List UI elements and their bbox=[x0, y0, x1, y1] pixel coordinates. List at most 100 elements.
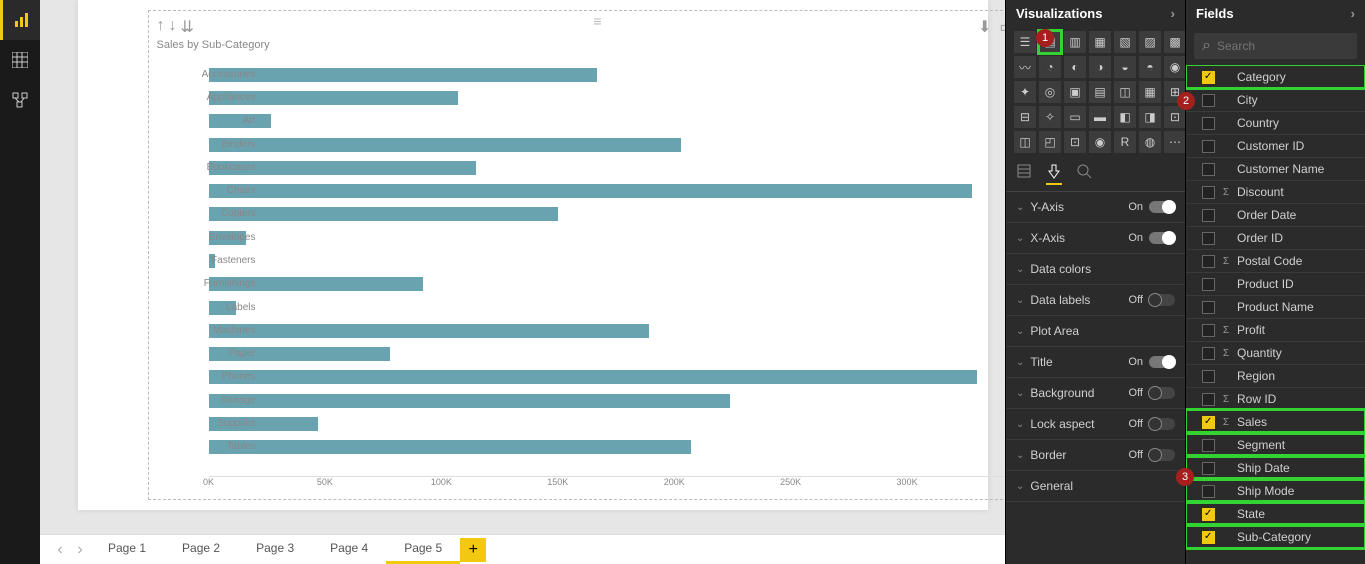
format-property-row[interactable]: ⌄Data labelsOff bbox=[1006, 285, 1185, 316]
chart-visual[interactable]: ↑ ↓ ⇊ ⬇ ▭ ⋯ ≡ Sales by Sub-Category Acce… bbox=[148, 10, 1048, 500]
bar-row[interactable]: Chairs bbox=[209, 184, 1024, 198]
format-property-row[interactable]: ⌄BorderOff bbox=[1006, 440, 1185, 471]
bar[interactable] bbox=[209, 324, 649, 338]
field-item[interactable]: ΣQuantity bbox=[1186, 341, 1365, 364]
field-checkbox[interactable] bbox=[1202, 531, 1215, 544]
viz-type-icon[interactable]: 〰 bbox=[1014, 56, 1036, 78]
field-checkbox[interactable] bbox=[1202, 485, 1215, 498]
viz-type-icon[interactable]: ▧ bbox=[1114, 31, 1136, 53]
field-checkbox[interactable] bbox=[1202, 278, 1215, 291]
field-checkbox[interactable] bbox=[1202, 347, 1215, 360]
field-checkbox[interactable] bbox=[1202, 301, 1215, 314]
bar[interactable] bbox=[209, 184, 973, 198]
bar-row[interactable]: Supplies bbox=[209, 417, 1024, 431]
viz-type-icon[interactable]: ▥ bbox=[1064, 31, 1086, 53]
viz-type-icon[interactable]: ◫ bbox=[1014, 131, 1036, 153]
field-item[interactable]: ΣDiscount bbox=[1186, 180, 1365, 203]
viz-type-icon[interactable]: ▣ bbox=[1064, 81, 1086, 103]
field-checkbox[interactable] bbox=[1202, 255, 1215, 268]
bar-row[interactable]: Phones bbox=[209, 370, 1024, 384]
fields-tab-icon[interactable] bbox=[1016, 163, 1032, 185]
viz-type-icon[interactable]: ▭ bbox=[1064, 106, 1086, 128]
nav-report-icon[interactable] bbox=[0, 0, 40, 40]
field-checkbox[interactable] bbox=[1202, 163, 1215, 176]
field-checkbox[interactable] bbox=[1202, 232, 1215, 245]
field-item[interactable]: Sub-Category bbox=[1186, 525, 1365, 548]
toggle-switch[interactable] bbox=[1149, 232, 1175, 244]
bar[interactable] bbox=[209, 68, 598, 82]
bar-row[interactable]: Labels bbox=[209, 301, 1024, 315]
viz-type-icon[interactable]: ⋯ bbox=[1164, 131, 1186, 153]
field-checkbox[interactable] bbox=[1202, 209, 1215, 222]
viz-type-icon[interactable]: ◔ bbox=[1039, 56, 1061, 78]
field-item[interactable]: ΣRow ID bbox=[1186, 387, 1365, 410]
field-checkbox[interactable] bbox=[1202, 117, 1215, 130]
viz-type-icon[interactable]: ⊡ bbox=[1064, 131, 1086, 153]
page-tab[interactable]: Page 3 bbox=[238, 535, 312, 564]
viz-type-icon[interactable]: ▦ bbox=[1139, 81, 1161, 103]
report-canvas[interactable]: ↑ ↓ ⇊ ⬇ ▭ ⋯ ≡ Sales by Sub-Category Acce… bbox=[78, 0, 988, 510]
bar[interactable] bbox=[209, 370, 977, 384]
bar-row[interactable]: Appliances bbox=[209, 91, 1024, 105]
field-checkbox[interactable] bbox=[1202, 416, 1215, 429]
collapse-panel-icon[interactable]: › bbox=[1171, 6, 1175, 21]
format-property-row[interactable]: ⌄General bbox=[1006, 471, 1185, 502]
analytics-tab-icon[interactable] bbox=[1076, 163, 1092, 185]
field-item[interactable]: Customer Name bbox=[1186, 157, 1365, 180]
viz-type-icon[interactable]: ◫ bbox=[1114, 81, 1136, 103]
export-icon[interactable]: ⬇ bbox=[978, 17, 991, 37]
page-prev-button[interactable]: ‹ bbox=[50, 541, 70, 559]
page-next-button[interactable]: › bbox=[70, 541, 90, 559]
bar-row[interactable]: Storage bbox=[209, 394, 1024, 408]
bar[interactable] bbox=[209, 138, 682, 152]
format-property-row[interactable]: ⌄Plot Area bbox=[1006, 316, 1185, 347]
field-item[interactable]: Customer ID bbox=[1186, 134, 1365, 157]
field-checkbox[interactable] bbox=[1202, 186, 1215, 199]
bar-row[interactable]: Envelopes bbox=[209, 231, 1024, 245]
field-item[interactable]: Ship Mode bbox=[1186, 479, 1365, 502]
page-tab[interactable]: Page 2 bbox=[164, 535, 238, 564]
format-property-row[interactable]: ⌄Y-AxisOn bbox=[1006, 192, 1185, 223]
collapse-fields-icon[interactable]: › bbox=[1351, 6, 1355, 21]
page-tab[interactable]: Page 4 bbox=[312, 535, 386, 564]
viz-type-icon[interactable]: ▦ bbox=[1089, 31, 1111, 53]
field-item[interactable]: Ship Date bbox=[1186, 456, 1365, 479]
bar-row[interactable]: Machines bbox=[209, 324, 1024, 338]
viz-type-icon[interactable]: ◐ bbox=[1064, 56, 1086, 78]
field-item[interactable]: ΣProfit bbox=[1186, 318, 1365, 341]
viz-type-icon[interactable]: R bbox=[1114, 131, 1136, 153]
fields-search[interactable]: ⌕ bbox=[1194, 33, 1357, 59]
page-tab[interactable]: Page 5 bbox=[386, 535, 460, 564]
field-item[interactable]: Country bbox=[1186, 111, 1365, 134]
field-checkbox[interactable] bbox=[1202, 370, 1215, 383]
viz-type-icon[interactable]: ▨ bbox=[1139, 31, 1161, 53]
bar-row[interactable]: Fasteners bbox=[209, 254, 1024, 268]
bar-row[interactable]: Furnishings bbox=[209, 277, 1024, 291]
nav-data-icon[interactable] bbox=[0, 40, 40, 80]
format-property-row[interactable]: ⌄BackgroundOff bbox=[1006, 378, 1185, 409]
viz-type-icon[interactable]: ◎ bbox=[1039, 81, 1061, 103]
field-item[interactable]: ΣSales bbox=[1186, 410, 1365, 433]
field-checkbox[interactable] bbox=[1202, 324, 1215, 337]
toggle-switch[interactable] bbox=[1149, 201, 1175, 213]
drag-handle-icon[interactable]: ≡ bbox=[593, 13, 601, 29]
drill-up-icon[interactable]: ↑ bbox=[157, 17, 165, 37]
add-page-button[interactable]: + bbox=[460, 538, 486, 562]
field-checkbox[interactable] bbox=[1202, 439, 1215, 452]
viz-type-icon[interactable]: ◉ bbox=[1089, 131, 1111, 153]
bar-row[interactable]: Copiers bbox=[209, 207, 1024, 221]
viz-type-icon[interactable]: ◉ bbox=[1164, 56, 1186, 78]
viz-type-icon[interactable]: ◑ bbox=[1089, 56, 1111, 78]
field-checkbox[interactable] bbox=[1202, 94, 1215, 107]
field-item[interactable]: Category bbox=[1186, 65, 1365, 88]
bar-row[interactable]: Accessories bbox=[209, 68, 1024, 82]
field-checkbox[interactable] bbox=[1202, 140, 1215, 153]
viz-type-icon[interactable]: ◰ bbox=[1039, 131, 1061, 153]
viz-type-icon[interactable]: ✦ bbox=[1014, 81, 1036, 103]
field-checkbox[interactable] bbox=[1202, 393, 1215, 406]
viz-type-icon[interactable]: ◧ bbox=[1114, 106, 1136, 128]
format-tab-icon[interactable] bbox=[1046, 163, 1062, 185]
field-item[interactable]: Region bbox=[1186, 364, 1365, 387]
fields-search-input[interactable] bbox=[1217, 39, 1349, 53]
viz-type-icon[interactable]: ⊟ bbox=[1014, 106, 1036, 128]
